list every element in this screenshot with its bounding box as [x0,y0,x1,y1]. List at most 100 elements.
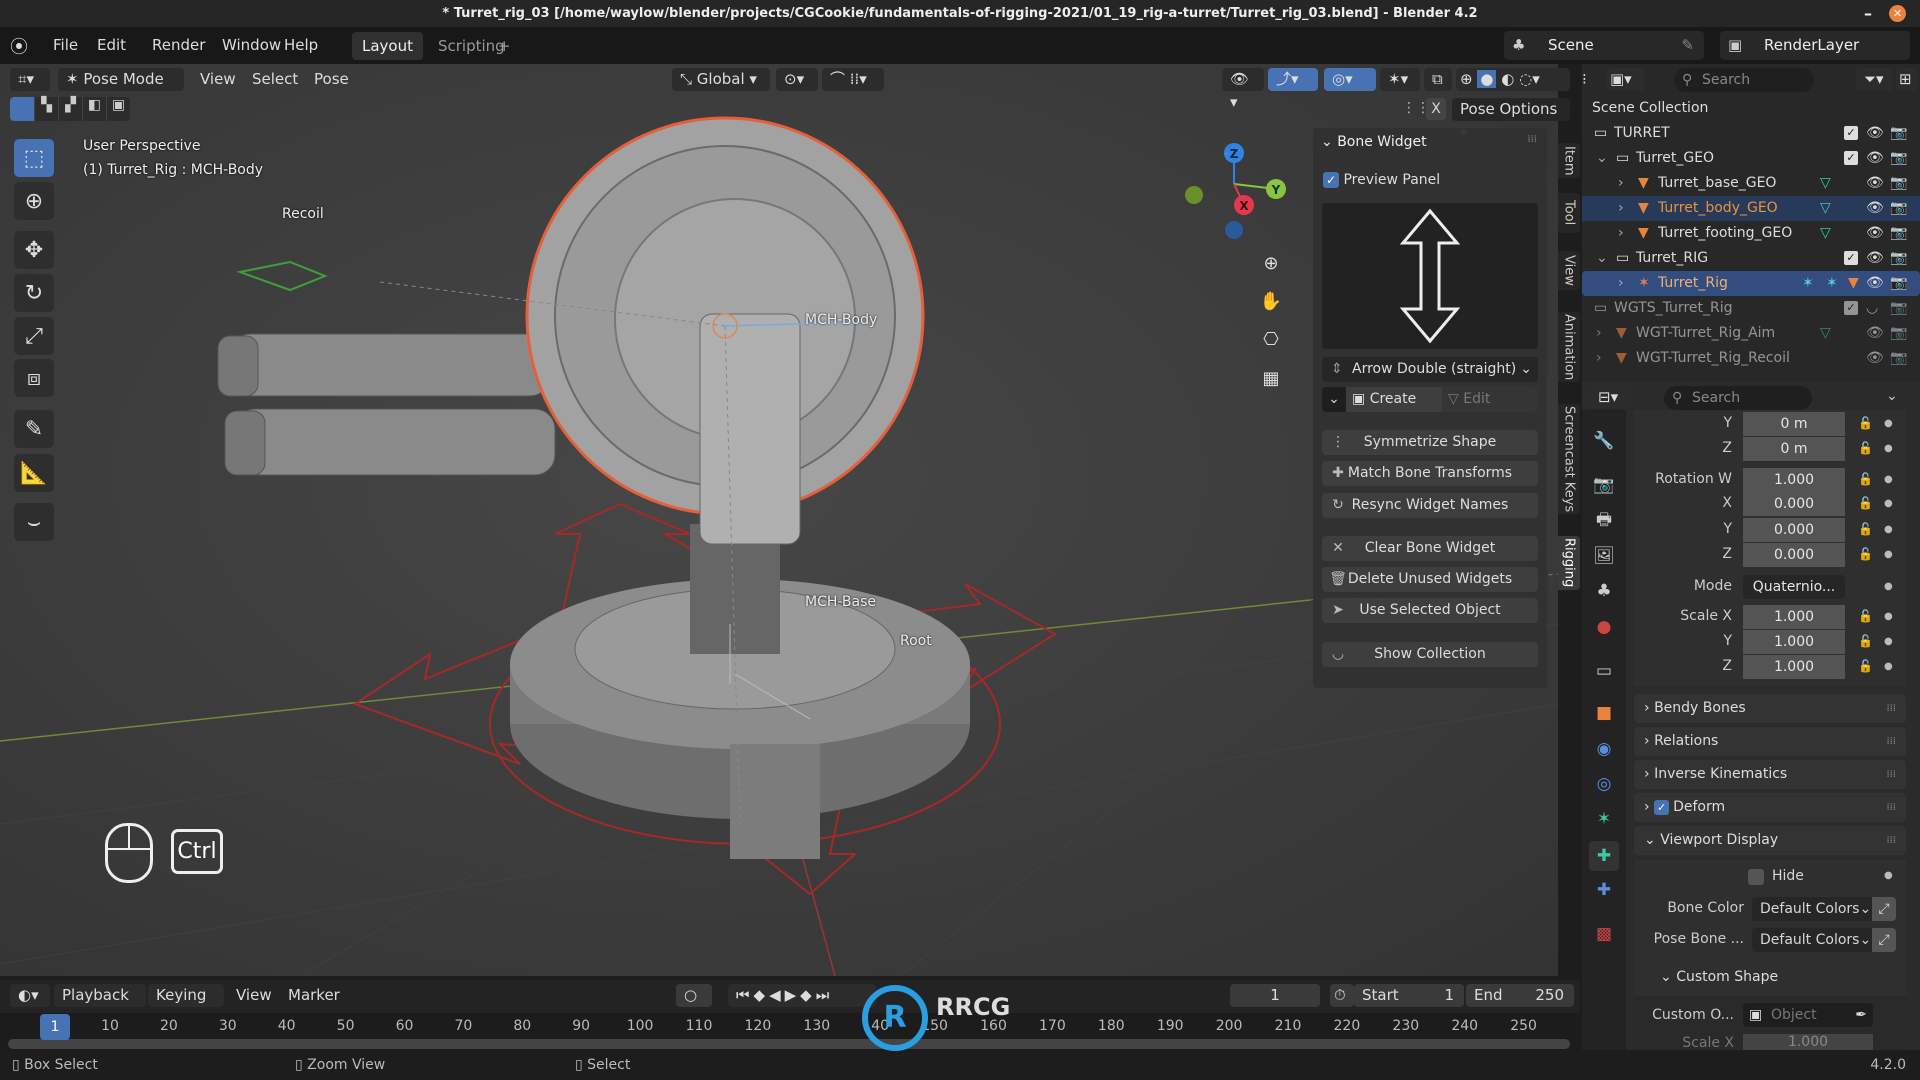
eyedropper-icon[interactable]: ✒ [1855,1003,1867,1027]
sidebar-tab-tool[interactable]: Tool [1558,193,1580,233]
lock-icon[interactable]: 🔓 [1858,441,1873,455]
scale-x-field[interactable]: 1.000 [1743,605,1845,629]
keyframe-dot[interactable]: ● [1884,498,1893,509]
mesh-data-icon[interactable]: ▽ [1820,221,1831,246]
lock-icon[interactable]: 🔓 [1858,634,1873,648]
hide-checkbox[interactable] [1748,869,1764,885]
xray-toggle[interactable]: ⧉ [1424,68,1452,91]
render-icon[interactable]: 📷 [1589,470,1619,500]
z-field[interactable]: 0 m [1743,437,1845,461]
use-selected-object-button[interactable]: ➤ Use Selected Object [1322,598,1538,623]
render-camera-icon[interactable]: 📷 [1890,346,1907,371]
swap-colors-icon[interactable]: ⤢ [1872,897,1896,921]
solid-icon[interactable]: ● [1477,70,1497,88]
drag-handle-icon[interactable]: ⁞⁞⁞ [1886,694,1896,723]
navigation-gizmo[interactable]: Z Y X [1180,140,1300,260]
custom-object-field[interactable]: ▣ Object ✒ [1743,1003,1873,1027]
tool-icon[interactable]: 🔧 [1589,426,1619,456]
pan-hand-icon[interactable]: ✋ [1256,286,1286,316]
overlay-toggle[interactable]: ◎▾ [1324,68,1376,91]
outliner-row[interactable]: › ▼ Turret_body_GEO ▽ 👁 📷 [1582,196,1920,221]
eye-icon[interactable]: 👁 [1866,221,1884,246]
scale-icon[interactable]: ⤢ [14,317,54,355]
widget-shape-dropdown[interactable]: ⇕ Arrow Double (straight) ⌄ [1322,357,1538,382]
outliner-search-input[interactable]: ⚲ Search [1674,68,1814,92]
keyframe-dot[interactable]: ● [1884,870,1893,881]
measure-icon[interactable]: 📐 [14,454,54,492]
lock-icon[interactable]: 🔓 [1858,659,1873,673]
select-intersect-icon[interactable]: ▣ [106,97,130,121]
mesh-data-icon[interactable]: ▽ [1820,171,1831,196]
mesh-data-icon[interactable]: ▼ [1848,271,1859,296]
create-widget-button[interactable]: ▣ Create [1346,387,1442,412]
object-icon[interactable]: ■ [1589,698,1619,728]
add-workspace-button[interactable]: + [488,32,521,60]
rendered-icon[interactable]: ◌ [1519,70,1532,88]
keyframe-dot[interactable]: ● [1884,418,1893,429]
expand-arrow-icon[interactable]: › [1618,221,1624,246]
mode-field[interactable]: Quaternio... [1743,575,1845,599]
close-window-button[interactable]: ✕ [1889,5,1906,22]
view-layer-selector[interactable]: ▣ RenderLayer [1720,31,1910,60]
z-field[interactable]: 0.000 [1743,543,1845,567]
mesh-data-icon[interactable]: ▽ [1820,196,1831,221]
jump-start-icon[interactable]: ⏮ [736,986,754,1004]
select-new-icon[interactable] [10,97,34,121]
rotation-w-field[interactable]: 1.000 [1743,468,1845,492]
object-data-armature-icon[interactable]: ✶ [1589,804,1619,834]
lock-icon[interactable]: 🔓 [1858,416,1873,430]
scene-collection-label[interactable]: Scene Collection [1592,100,1708,116]
timeline-marker-menu[interactable]: Marker [288,986,340,1004]
texture-icon[interactable]: ▩ [1589,919,1619,949]
swap-colors-icon[interactable]: ⤢ [1872,928,1896,952]
select-box-icon[interactable]: ⬚ [14,139,54,177]
x-field[interactable]: 0.000 [1743,492,1845,516]
wireframe-icon[interactable]: ⊕ [1460,70,1473,88]
mode-selector[interactable]: ✶ Pose Mode ▾ [58,68,184,111]
lock-icon[interactable]: 🔓 [1858,496,1873,510]
keyframe-dot[interactable]: ● [1884,524,1893,535]
eye-icon[interactable]: 👁 [1866,196,1884,221]
lock-icon[interactable]: 🔓 [1858,522,1873,536]
render-camera-icon[interactable]: 📷 [1890,296,1907,321]
auto-keying-toggle[interactable]: ○ [676,984,712,1007]
outliner-row[interactable]: ⌄ ▭ Turret_RIG ✓ 👁 📷 [1582,246,1920,271]
timeline-editor-type[interactable]: ◐▾ [10,984,50,1007]
pose-bone-color-dropdown[interactable]: Default Colors⌄ [1752,928,1872,952]
hidden-icon[interactable]: ◡ [1866,296,1878,321]
play-icon[interactable]: ▶ [785,986,801,1004]
pose-options-dropdown[interactable]: Pose Options ▾ [1452,98,1570,141]
scene-selector[interactable]: ♣ Scene ✎ [1504,31,1704,60]
transform-icon[interactable]: ⧈ [14,359,54,397]
menu-view[interactable]: View [200,70,236,88]
viewport-display-panel-header[interactable]: ⌄ Viewport Display ⁞⁞⁞ [1634,826,1906,855]
select-invert-icon[interactable]: ◧ [82,97,106,121]
properties-search-input[interactable]: ⚲ Search [1664,386,1812,410]
timeline-view-menu[interactable]: View [236,986,272,1004]
output-icon[interactable]: 🖶 [1589,506,1619,536]
exclude-checkbox[interactable]: ✓ [1844,301,1858,315]
expand-arrow-icon[interactable]: › [1596,321,1602,346]
collapse-arrow-icon[interactable]: ⌄ [1596,246,1608,271]
deform-checkbox[interactable]: ✓ [1654,800,1670,815]
current-frame-field[interactable]: 1 [1230,984,1320,1007]
sidebar-tab-item[interactable]: Item [1558,143,1580,178]
render-camera-icon[interactable]: 📷 [1890,121,1907,146]
symmetrize-shape-button[interactable]: ⋮ Symmetrize Shape [1322,430,1538,455]
sidebar-tab-animation[interactable]: Animation [1558,312,1580,382]
keyframe-dot[interactable]: ● [1884,549,1893,560]
select-subtract-icon[interactable]: ▞ [58,97,82,121]
menu-select[interactable]: Select [252,70,298,88]
outliner-row[interactable]: ▭ WGTS_Turret_Rig ✓ ◡ 📷 [1582,296,1920,321]
pivot-point-button[interactable]: ⊙▾ [776,68,818,91]
delete-unused-widgets-button[interactable]: 🗑 Delete Unused Widgets [1322,567,1538,592]
drag-handle-icon[interactable]: ⁞⁞⁞ [1527,134,1537,145]
blender-logo-icon[interactable]: ⦿ [10,33,28,59]
workspace-tab-layout[interactable]: Layout [352,32,423,60]
start-frame-field[interactable]: Start 1 [1354,984,1464,1007]
shading-modes[interactable]: ⊕ ● ◐ ◌▾ [1456,68,1570,91]
expand-arrow-icon[interactable]: › [1618,271,1624,296]
menu-render[interactable]: Render [152,36,205,54]
bone-widget-header[interactable]: ⌄ Bone Widget [1321,134,1427,150]
eye-icon[interactable]: 👁 [1866,146,1884,171]
